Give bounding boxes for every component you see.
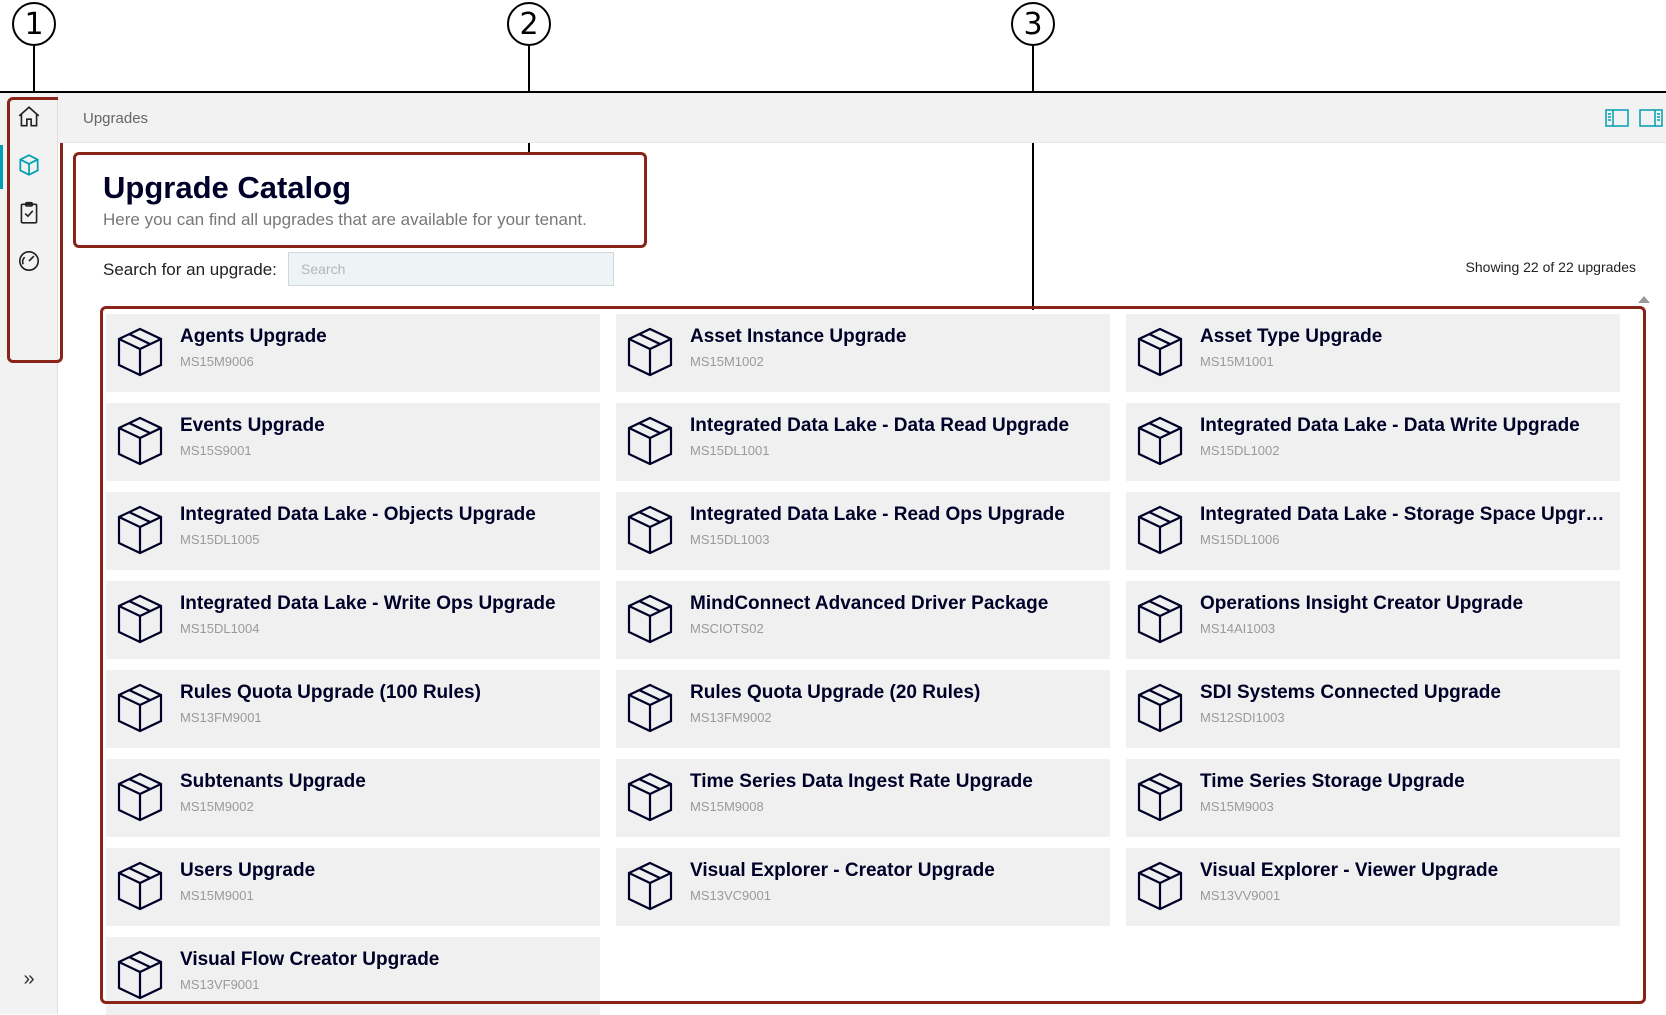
search-label: Search for an upgrade: (103, 260, 277, 279)
left-panel-icon (1605, 109, 1629, 127)
breadcrumb[interactable]: Upgrades (83, 110, 148, 127)
callout-number: 2 (519, 6, 539, 42)
callout-number: 1 (24, 6, 44, 42)
right-panel-icon (1639, 109, 1663, 127)
search-input[interactable] (288, 252, 614, 286)
annotation-box-catalog (100, 306, 1646, 1004)
layout-right-panel-button[interactable] (1638, 105, 1664, 131)
callout-1: 1 (12, 2, 56, 46)
callout-3: 3 (1011, 2, 1055, 46)
results-count: Showing 22 of 22 upgrades (1465, 259, 1636, 275)
scroll-up-arrow-icon[interactable] (1638, 296, 1650, 303)
sidebar-expand-button[interactable]: » (0, 963, 58, 995)
double-chevron-right-icon: » (23, 967, 35, 990)
annotation-box-sidebar (7, 97, 63, 363)
top-bar: Upgrades (58, 93, 1666, 143)
layout-left-panel-button[interactable] (1604, 105, 1630, 131)
callout-3-line (1032, 46, 1034, 310)
callout-2: 2 (507, 2, 551, 46)
annotation-box-header (73, 152, 647, 248)
callout-number: 3 (1023, 6, 1043, 42)
